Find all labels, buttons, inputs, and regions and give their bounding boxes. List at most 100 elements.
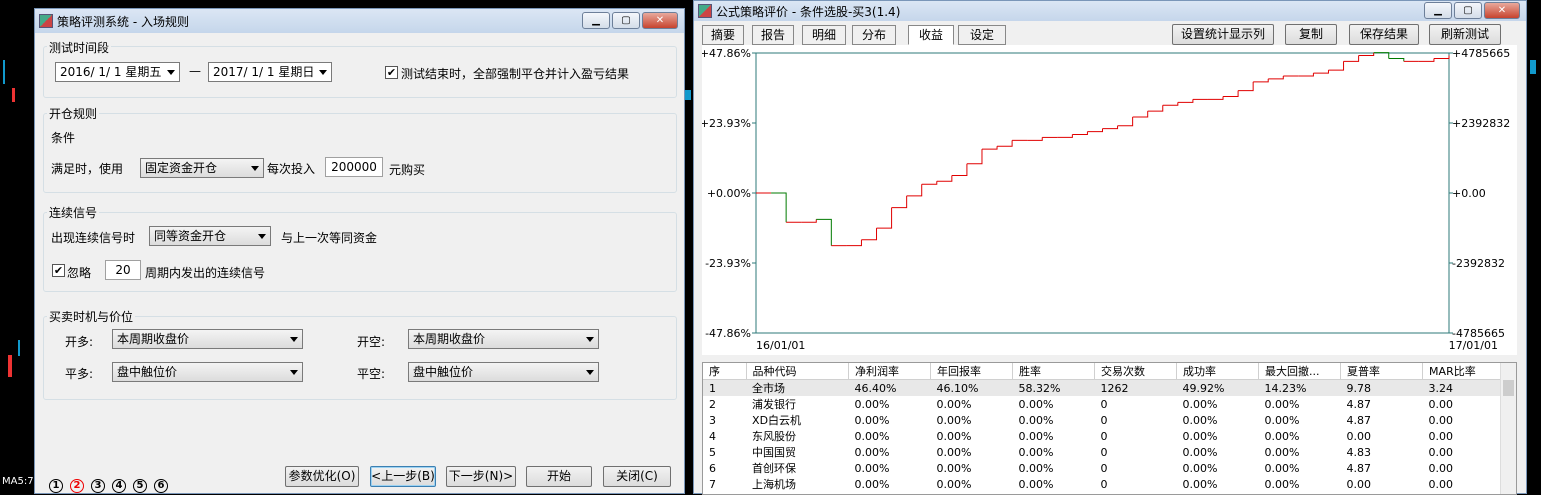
periods-input[interactable]: 20 bbox=[105, 260, 141, 280]
table-cell: 1262 bbox=[1094, 379, 1177, 396]
end-date-picker[interactable]: 2017/ 1/ 1 星期日 bbox=[208, 62, 332, 82]
table-row[interactable]: 2 浦发银行 0.00% 0.00% 0.00% 0 0.00% 0.00% 4.87 0.00 bbox=[703, 396, 1503, 412]
candle-mark bbox=[12, 88, 15, 102]
tab-summary[interactable]: 摘要 bbox=[702, 25, 744, 45]
table-cell: 5 bbox=[709, 445, 716, 459]
ignore-checkbox[interactable]: ✔ bbox=[52, 264, 65, 277]
save-result-button[interactable]: 保存结果 bbox=[1349, 24, 1419, 45]
table-header-row: 序品种代码 净利润率 年回报率 胜率 交易次数 成功率 最大回撤... 夏普率 MAR比率 bbox=[703, 363, 1503, 380]
tab-detail[interactable]: 明细 bbox=[802, 25, 846, 45]
table-cell: 0 bbox=[1100, 461, 1108, 475]
start-button[interactable]: 开始 bbox=[526, 466, 592, 487]
minimize-button[interactable]: ▁ bbox=[582, 12, 610, 29]
set-columns-button[interactable]: 设置统计显示列 bbox=[1172, 24, 1274, 45]
app-icon bbox=[39, 14, 53, 28]
amount-input[interactable]: 200000 bbox=[325, 157, 383, 177]
step-indicator[interactable]: 5 bbox=[133, 479, 147, 493]
column-header[interactable]: 净利润率 bbox=[848, 363, 932, 380]
table-cell: 0.00% bbox=[1182, 397, 1218, 411]
close-short-select[interactable]: 盘中触位价 bbox=[408, 362, 599, 382]
step-indicator[interactable]: 6 bbox=[154, 479, 168, 493]
open-short-select[interactable]: 本周期收盘价 bbox=[408, 329, 599, 349]
column-header[interactable]: 最大回撤... bbox=[1258, 363, 1342, 380]
table-row[interactable]: 6 首创环保 0.00% 0.00% 0.00% 0 0.00% 0.00% 4.87 0.00 bbox=[703, 460, 1503, 476]
y-tick-label-right: +2392832 bbox=[1452, 117, 1510, 130]
open-long-select[interactable]: 本周期收盘价 bbox=[112, 329, 303, 349]
table-cell: 0.00% bbox=[1182, 429, 1218, 443]
minimize-button[interactable]: ▁ bbox=[1424, 2, 1452, 19]
close-window-button[interactable]: ✕ bbox=[642, 12, 678, 29]
table-cell: 3 bbox=[709, 413, 716, 427]
table-cell: 4.87 bbox=[1346, 397, 1372, 411]
column-header[interactable]: 成功率 bbox=[1176, 363, 1260, 380]
plot-frame bbox=[755, 52, 1450, 334]
close-short-value: 盘中触位价 bbox=[413, 365, 474, 379]
consecutive-appear-label: 出现连续信号时 bbox=[51, 231, 136, 245]
table-body: 1 全市场 46.40% 46.10% 58.32% 1262 49.92% 14.23% 9.… bbox=[703, 379, 1503, 493]
strategy-test-window: 策略评测系统 - 入场规则 ▁ ▢ ✕ 测试时间段 2016/ 1/ 1 星期五… bbox=[34, 8, 685, 494]
start-date-picker[interactable]: 2016/ 1/ 1 星期五 bbox=[55, 62, 180, 82]
series-line-segment bbox=[1328, 61, 1345, 71]
table-scrollbar[interactable] bbox=[1500, 363, 1516, 494]
series-line-segment bbox=[876, 207, 893, 229]
series-line-segment bbox=[1253, 78, 1269, 83]
table-cell: 0 bbox=[1100, 477, 1108, 491]
prev-step-button[interactable]: <上一步(B) bbox=[370, 466, 436, 487]
ma-indicator-label: MA5:7 bbox=[2, 476, 34, 487]
table-cell: 0.00% bbox=[936, 397, 972, 411]
background-chart-strip: MA5:7 bbox=[0, 0, 34, 494]
series-line-segment bbox=[1177, 99, 1194, 103]
y-tick-label-left: -23.93% bbox=[705, 257, 751, 270]
table-row[interactable]: 5 中国国贸 0.00% 0.00% 0.00% 0 0.00% 0.00% 4.83 0.00 bbox=[703, 444, 1503, 460]
chevron-down-icon bbox=[586, 337, 594, 342]
step-indicator[interactable]: 1 bbox=[49, 479, 63, 493]
open-rules-legend: 开仓规则 bbox=[47, 105, 100, 122]
series-line-segment bbox=[1057, 134, 1073, 138]
optimize-button[interactable]: 参数优化(O) bbox=[285, 466, 359, 487]
next-step-button[interactable]: 下一步(N)> bbox=[446, 466, 516, 487]
close-button[interactable]: 关闭(C) bbox=[603, 466, 671, 487]
y-tick-label-left: +0.00% bbox=[707, 187, 751, 200]
table-cell: 0 bbox=[1100, 397, 1108, 411]
table-cell: 0.00% bbox=[1264, 477, 1300, 491]
scrollbar-thumb[interactable] bbox=[1503, 380, 1514, 396]
maximize-button[interactable]: ▢ bbox=[1454, 2, 1482, 19]
maximize-button[interactable]: ▢ bbox=[612, 12, 640, 29]
table-cell: 0.00 bbox=[1346, 477, 1372, 491]
step-indicator[interactable]: 3 bbox=[91, 479, 105, 493]
copy-button[interactable]: 复制 bbox=[1285, 24, 1337, 45]
close-window-button[interactable]: ✕ bbox=[1484, 2, 1520, 19]
table-cell: 0.00% bbox=[1264, 397, 1300, 411]
tab-income[interactable]: 收益 bbox=[908, 25, 954, 45]
column-header[interactable]: MAR比率 bbox=[1422, 363, 1503, 380]
column-header[interactable]: 年回报率 bbox=[930, 363, 1014, 380]
tab-settings[interactable]: 设定 bbox=[958, 25, 1006, 45]
tab-report[interactable]: 报告 bbox=[752, 25, 794, 45]
refresh-test-button[interactable]: 刷新测试 bbox=[1429, 24, 1501, 45]
table-row[interactable]: 1 全市场 46.40% 46.10% 58.32% 1262 49.92% 14.23% 9.… bbox=[703, 379, 1503, 396]
table-row[interactable]: 7 上海机场 0.00% 0.00% 0.00% 0 0.00% 0.00% 0.00 0.00 bbox=[703, 476, 1503, 492]
tab-distribution[interactable]: 分布 bbox=[852, 25, 896, 45]
table-cell: 0 bbox=[1100, 445, 1108, 459]
column-header[interactable]: 品种代码 bbox=[746, 363, 850, 380]
table-cell: 0.00% bbox=[936, 445, 972, 459]
capital-mode-select[interactable]: 固定资金开仓 bbox=[140, 158, 264, 178]
consecutive-mode-select[interactable]: 同等资金开仓 bbox=[149, 226, 271, 246]
table-row[interactable]: 4 东风股份 0.00% 0.00% 0.00% 0 0.00% 0.00% 0.00 0.00 bbox=[703, 428, 1503, 444]
step-indicator-current[interactable]: 2 bbox=[70, 479, 84, 493]
test-period-legend: 测试时间段 bbox=[47, 39, 112, 56]
column-header[interactable]: 胜率 bbox=[1012, 363, 1096, 380]
series-line-segment bbox=[1268, 75, 1284, 80]
table-cell: 0 bbox=[1100, 429, 1108, 443]
table-cell: 0.00% bbox=[1018, 397, 1054, 411]
candle-mark bbox=[18, 340, 20, 356]
table-row[interactable]: 3 XD白云机 0.00% 0.00% 0.00% 0 0.00% 0.00% 4.87 0.00 bbox=[703, 412, 1503, 428]
column-header[interactable]: 序 bbox=[703, 363, 747, 380]
column-header[interactable]: 夏普率 bbox=[1340, 363, 1424, 380]
close-long-select[interactable]: 盘中触位价 bbox=[112, 362, 303, 382]
column-header[interactable]: 交易次数 bbox=[1094, 363, 1178, 380]
step-indicator[interactable]: 4 bbox=[112, 479, 126, 493]
force-close-checkbox[interactable]: ✔ bbox=[385, 66, 398, 79]
series-line-segment bbox=[981, 146, 998, 150]
table-cell: 首创环保 bbox=[752, 462, 797, 475]
